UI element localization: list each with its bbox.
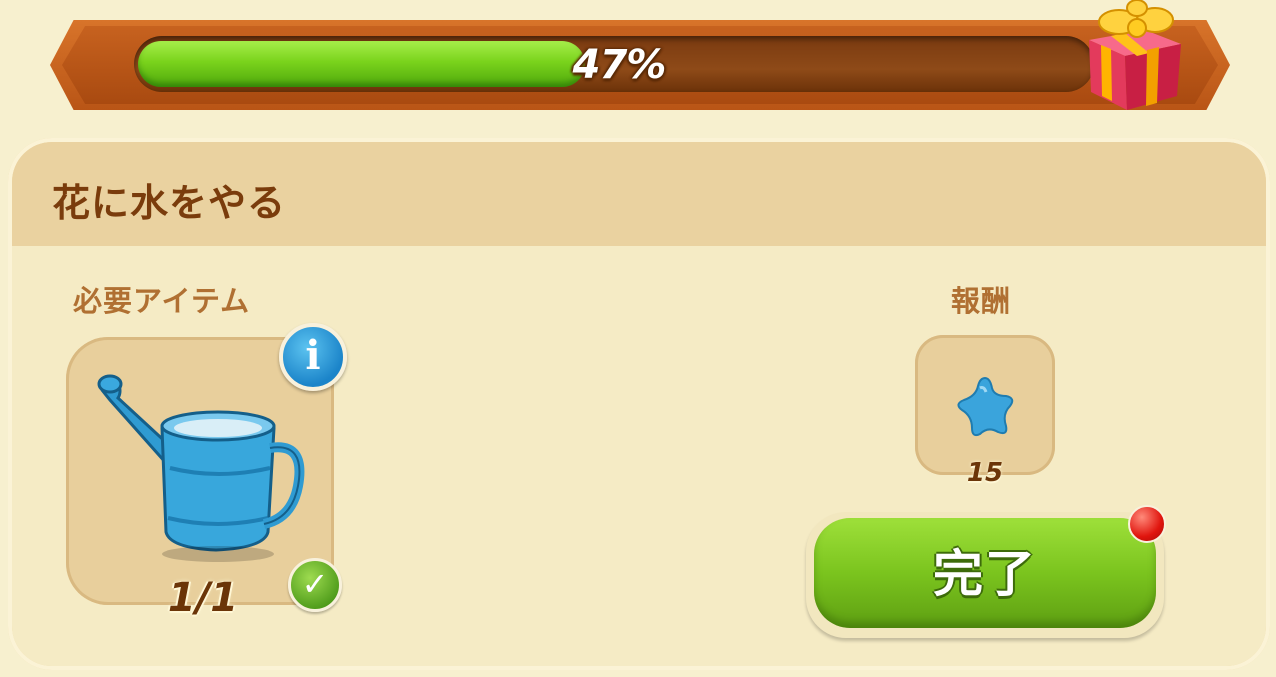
- reward-amount: 15: [966, 458, 1004, 488]
- blue-star-icon: [957, 376, 1014, 437]
- gift-box-icon[interactable]: [1075, 0, 1187, 115]
- complete-button-face[interactable]: 完了: [814, 518, 1156, 628]
- required-item-count: 1/1: [167, 575, 239, 621]
- watering-can-icon: [97, 374, 305, 562]
- complete-button-label: 完了: [933, 545, 1037, 603]
- item-complete-badge: ✓: [288, 558, 342, 612]
- reward-label: 報酬: [951, 284, 1012, 318]
- complete-button[interactable]: 完了: [806, 512, 1164, 638]
- red-dot-icon: [1128, 505, 1166, 543]
- info-button[interactable]: i: [279, 323, 347, 391]
- quest-title: 花に水をやる: [52, 181, 287, 225]
- check-icon: ✓: [301, 565, 329, 603]
- progress-percent-label: 47%: [572, 42, 667, 88]
- info-icon: i: [305, 332, 321, 379]
- required-items-label: 必要アイテム: [73, 284, 251, 318]
